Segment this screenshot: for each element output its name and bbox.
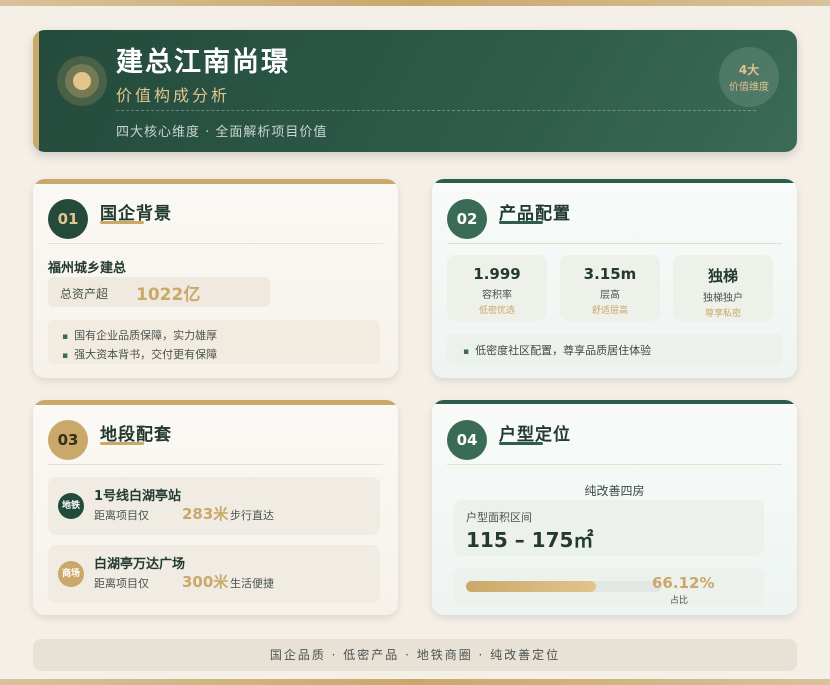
stat-tag: 舒适层高 [591, 306, 628, 316]
header-banner: 建总江南尚璟 价值构成分析 四大核心维度 · 全面解析项目价值 4大 价值维度 [33, 30, 797, 152]
top-accent-bar [0, 0, 830, 6]
location-name: 1号线白湖亭站 [94, 489, 182, 504]
mall-icon: 商场 [58, 561, 84, 587]
company-name: 福州城乡建总 [48, 261, 127, 276]
location-prefix: 距离项目仅 [94, 509, 149, 522]
card-number: 04 [447, 420, 487, 460]
page-title: 建总江南尚璟 [116, 47, 290, 78]
location-prefix: 距离项目仅 [94, 577, 149, 590]
header-description: 四大核心维度 · 全面解析项目价值 [116, 125, 328, 140]
location-distance: 283米 [182, 505, 229, 523]
unit-type-label: 纯改善四房 [584, 484, 645, 498]
location-item-mall: 商场 白湖亭万达广场 距离项目仅 300米 生活便捷 [48, 545, 380, 603]
asset-box: 总资产超 1022亿 [48, 277, 270, 307]
stat-far: 1.999 容积率 低密优选 [447, 255, 547, 321]
background-bullets: 国有企业品质保障，实力雄厚 强大资本背书，交付更有保障 [48, 320, 380, 364]
area-range-box: 户型面积区间 115 – 175㎡ [454, 500, 764, 556]
badge-number: 4大 [738, 63, 760, 77]
location-suffix: 步行直达 [230, 509, 274, 522]
dimension-badge: 4大 价值维度 [719, 47, 779, 107]
share-percent-label: 占比 [670, 596, 689, 606]
stat-floor-height: 3.15m 层高 舒适层高 [560, 255, 660, 321]
product-note: 低密度社区配置，尊享品质居住体验 [447, 334, 782, 364]
location-name: 白湖亭万达广场 [94, 557, 186, 572]
share-progress-track [466, 581, 662, 592]
page-subtitle: 价值构成分析 [116, 86, 231, 105]
card-unit-type: 04 户型定位 纯改善四房 户型面积区间 115 – 175㎡ 66.12% 占… [432, 400, 797, 615]
stat-value: 独梯 [707, 267, 738, 285]
share-progress-box: 66.12% 占比 [454, 568, 764, 606]
footer-summary: 国企品质 · 低密产品 · 地铁商圈 · 纯改善定位 [33, 639, 797, 671]
card-location: 03 地段配套 地铁 1号线白湖亭站 距离项目仅 283米 步行直达 商场 白湖… [33, 400, 398, 615]
location-item-metro: 地铁 1号线白湖亭站 距离项目仅 283米 步行直达 [48, 477, 380, 535]
card-background: 01 国企背景 福州城乡建总 总资产超 1022亿 国有企业品质保障，实力雄厚 … [33, 179, 398, 378]
logo-icon [57, 56, 107, 106]
card-product: 02 产品配置 1.999 容积率 低密优选 3.15m 层高 舒适层高 独梯 … [432, 179, 797, 378]
list-item: 强大资本背书，交付更有保障 [62, 346, 380, 365]
badge-label: 价值维度 [729, 82, 769, 93]
location-suffix: 生活便捷 [230, 577, 274, 590]
stat-label: 层高 [600, 290, 620, 301]
stat-value: 3.15m [583, 265, 637, 283]
card-number: 01 [48, 199, 88, 239]
stat-tag: 低密优选 [478, 306, 515, 316]
header-accent-stripe [33, 30, 39, 152]
stat-tag: 尊享私密 [704, 309, 741, 319]
share-progress-fill [466, 581, 596, 592]
asset-value: 1022亿 [136, 285, 201, 305]
bottom-accent-bar [0, 679, 830, 685]
card-number: 02 [447, 199, 487, 239]
list-item: 国有企业品质保障，实力雄厚 [62, 327, 380, 346]
stat-label: 容积率 [482, 290, 512, 301]
asset-label: 总资产超 [60, 287, 109, 301]
stat-value: 1.999 [473, 265, 521, 283]
metro-icon: 地铁 [58, 493, 84, 519]
area-range-label: 户型面积区间 [466, 511, 532, 524]
location-distance: 300米 [182, 573, 229, 591]
share-percent: 66.12% [652, 574, 715, 592]
stat-elevator: 独梯 独梯独户 尊享私密 [673, 255, 773, 321]
area-range-value: 115 – 175㎡ [466, 528, 594, 552]
stat-label: 独梯独户 [703, 293, 743, 304]
card-number: 03 [48, 420, 88, 460]
header-divider [116, 110, 756, 111]
